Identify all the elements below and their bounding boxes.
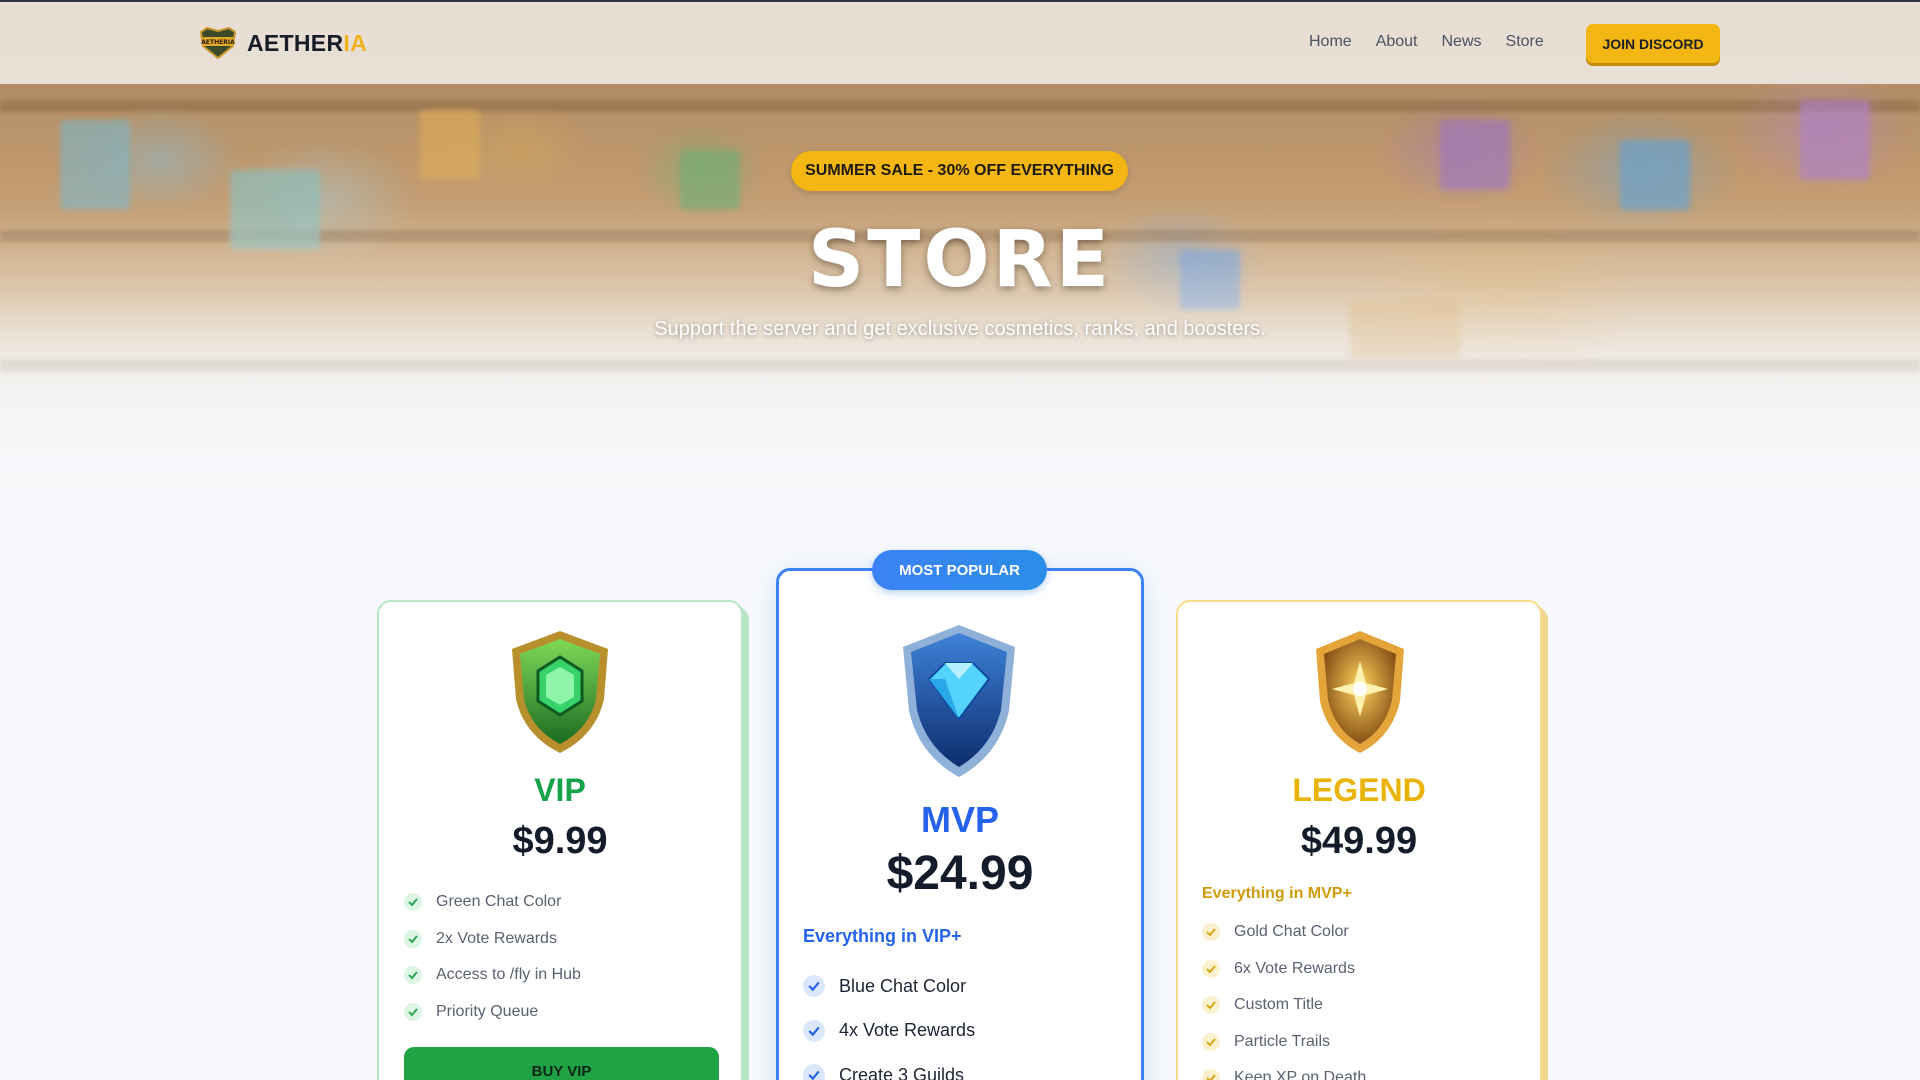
buy-vip-button[interactable]: BUY VIP	[404, 1047, 719, 1080]
list-item: Priority Queue	[404, 994, 581, 1031]
mvp-feature-list: Blue Chat Color 4x Vote Rewards Create 3…	[803, 964, 975, 1080]
mvp-rank-name: MVP	[920, 799, 999, 840]
list-item: 6x Vote Rewards	[1202, 951, 1366, 988]
emerald-shield-icon	[504, 627, 616, 762]
legend-feature-list: Gold Chat Color 6x Vote Rewards Custom T…	[1202, 914, 1366, 1080]
nav-news[interactable]: News	[1442, 33, 1482, 51]
check-icon	[1202, 1032, 1220, 1051]
nav-links: Home About News Store	[1309, 33, 1568, 51]
check-icon	[1202, 1069, 1220, 1080]
mvp-price: $24.99	[886, 847, 1034, 900]
check-icon	[1202, 996, 1220, 1015]
list-item: 2x Vote Rewards	[404, 921, 581, 958]
nav-store[interactable]: Store	[1506, 33, 1544, 51]
brand-emblem-icon: AETHERIA	[197, 26, 239, 60]
sale-badge: SUMMER SALE - 30% OFF EVERYTHING	[791, 151, 1128, 191]
brand-logo[interactable]: AETHERIA AETHERIA	[197, 26, 367, 60]
list-item: Green Chat Color	[404, 884, 581, 921]
legend-price: $49.99	[1300, 820, 1418, 862]
list-item: Custom Title	[1202, 987, 1366, 1024]
check-icon	[1202, 959, 1220, 978]
list-item: 4x Vote Rewards	[803, 1009, 975, 1054]
mvp-card: MVP $24.99 Everything in VIP+ Blue Chat …	[776, 568, 1144, 1080]
list-item: Access to /fly in Hub	[404, 957, 581, 994]
vip-rank-name: VIP	[534, 772, 586, 808]
page-subtitle: Support the server and get exclusive cos…	[654, 318, 1266, 340]
legend-rank-name: LEGEND	[1292, 772, 1426, 808]
check-icon	[404, 893, 422, 912]
check-icon	[803, 1064, 825, 1080]
navbar: AETHERIA AETHERIA Home About News Store …	[0, 0, 1920, 84]
list-item: Create 3 Guilds	[803, 1053, 975, 1080]
legend-card: LEGEND $49.99 Everything in MVP+ Gold Ch…	[1176, 600, 1542, 1080]
check-icon	[404, 929, 422, 948]
brand-name: AETHERIA	[247, 29, 367, 56]
list-item: Gold Chat Color	[1202, 914, 1366, 951]
check-icon	[1202, 923, 1220, 942]
vip-card: VIP $9.99 Green Chat Color 2x Vote Rewar…	[377, 600, 743, 1080]
vip-feature-list: Green Chat Color 2x Vote Rewards Access …	[404, 884, 581, 1030]
list-item: Blue Chat Color	[803, 964, 975, 1009]
svg-text:AETHERIA: AETHERIA	[201, 39, 235, 46]
check-icon	[803, 975, 825, 998]
nav-home[interactable]: Home	[1309, 33, 1352, 51]
legend-includes: Everything in MVP+	[1202, 885, 1352, 902]
gold-star-shield-icon	[1308, 627, 1412, 762]
nav-about[interactable]: About	[1376, 33, 1418, 51]
vip-price: $9.99	[512, 820, 608, 862]
check-icon	[404, 966, 422, 985]
list-item: Particle Trails	[1202, 1024, 1366, 1061]
check-icon	[803, 1019, 825, 1042]
diamond-shield-icon	[895, 621, 1023, 786]
most-popular-badge: MOST POPULAR	[872, 550, 1047, 590]
check-icon	[404, 1002, 422, 1021]
list-item: Keep XP on Death	[1202, 1060, 1366, 1080]
mvp-includes: Everything in VIP+	[803, 926, 962, 946]
page-title: STORE	[807, 215, 1113, 305]
join-discord-button[interactable]: JOIN DISCORD	[1586, 24, 1720, 63]
